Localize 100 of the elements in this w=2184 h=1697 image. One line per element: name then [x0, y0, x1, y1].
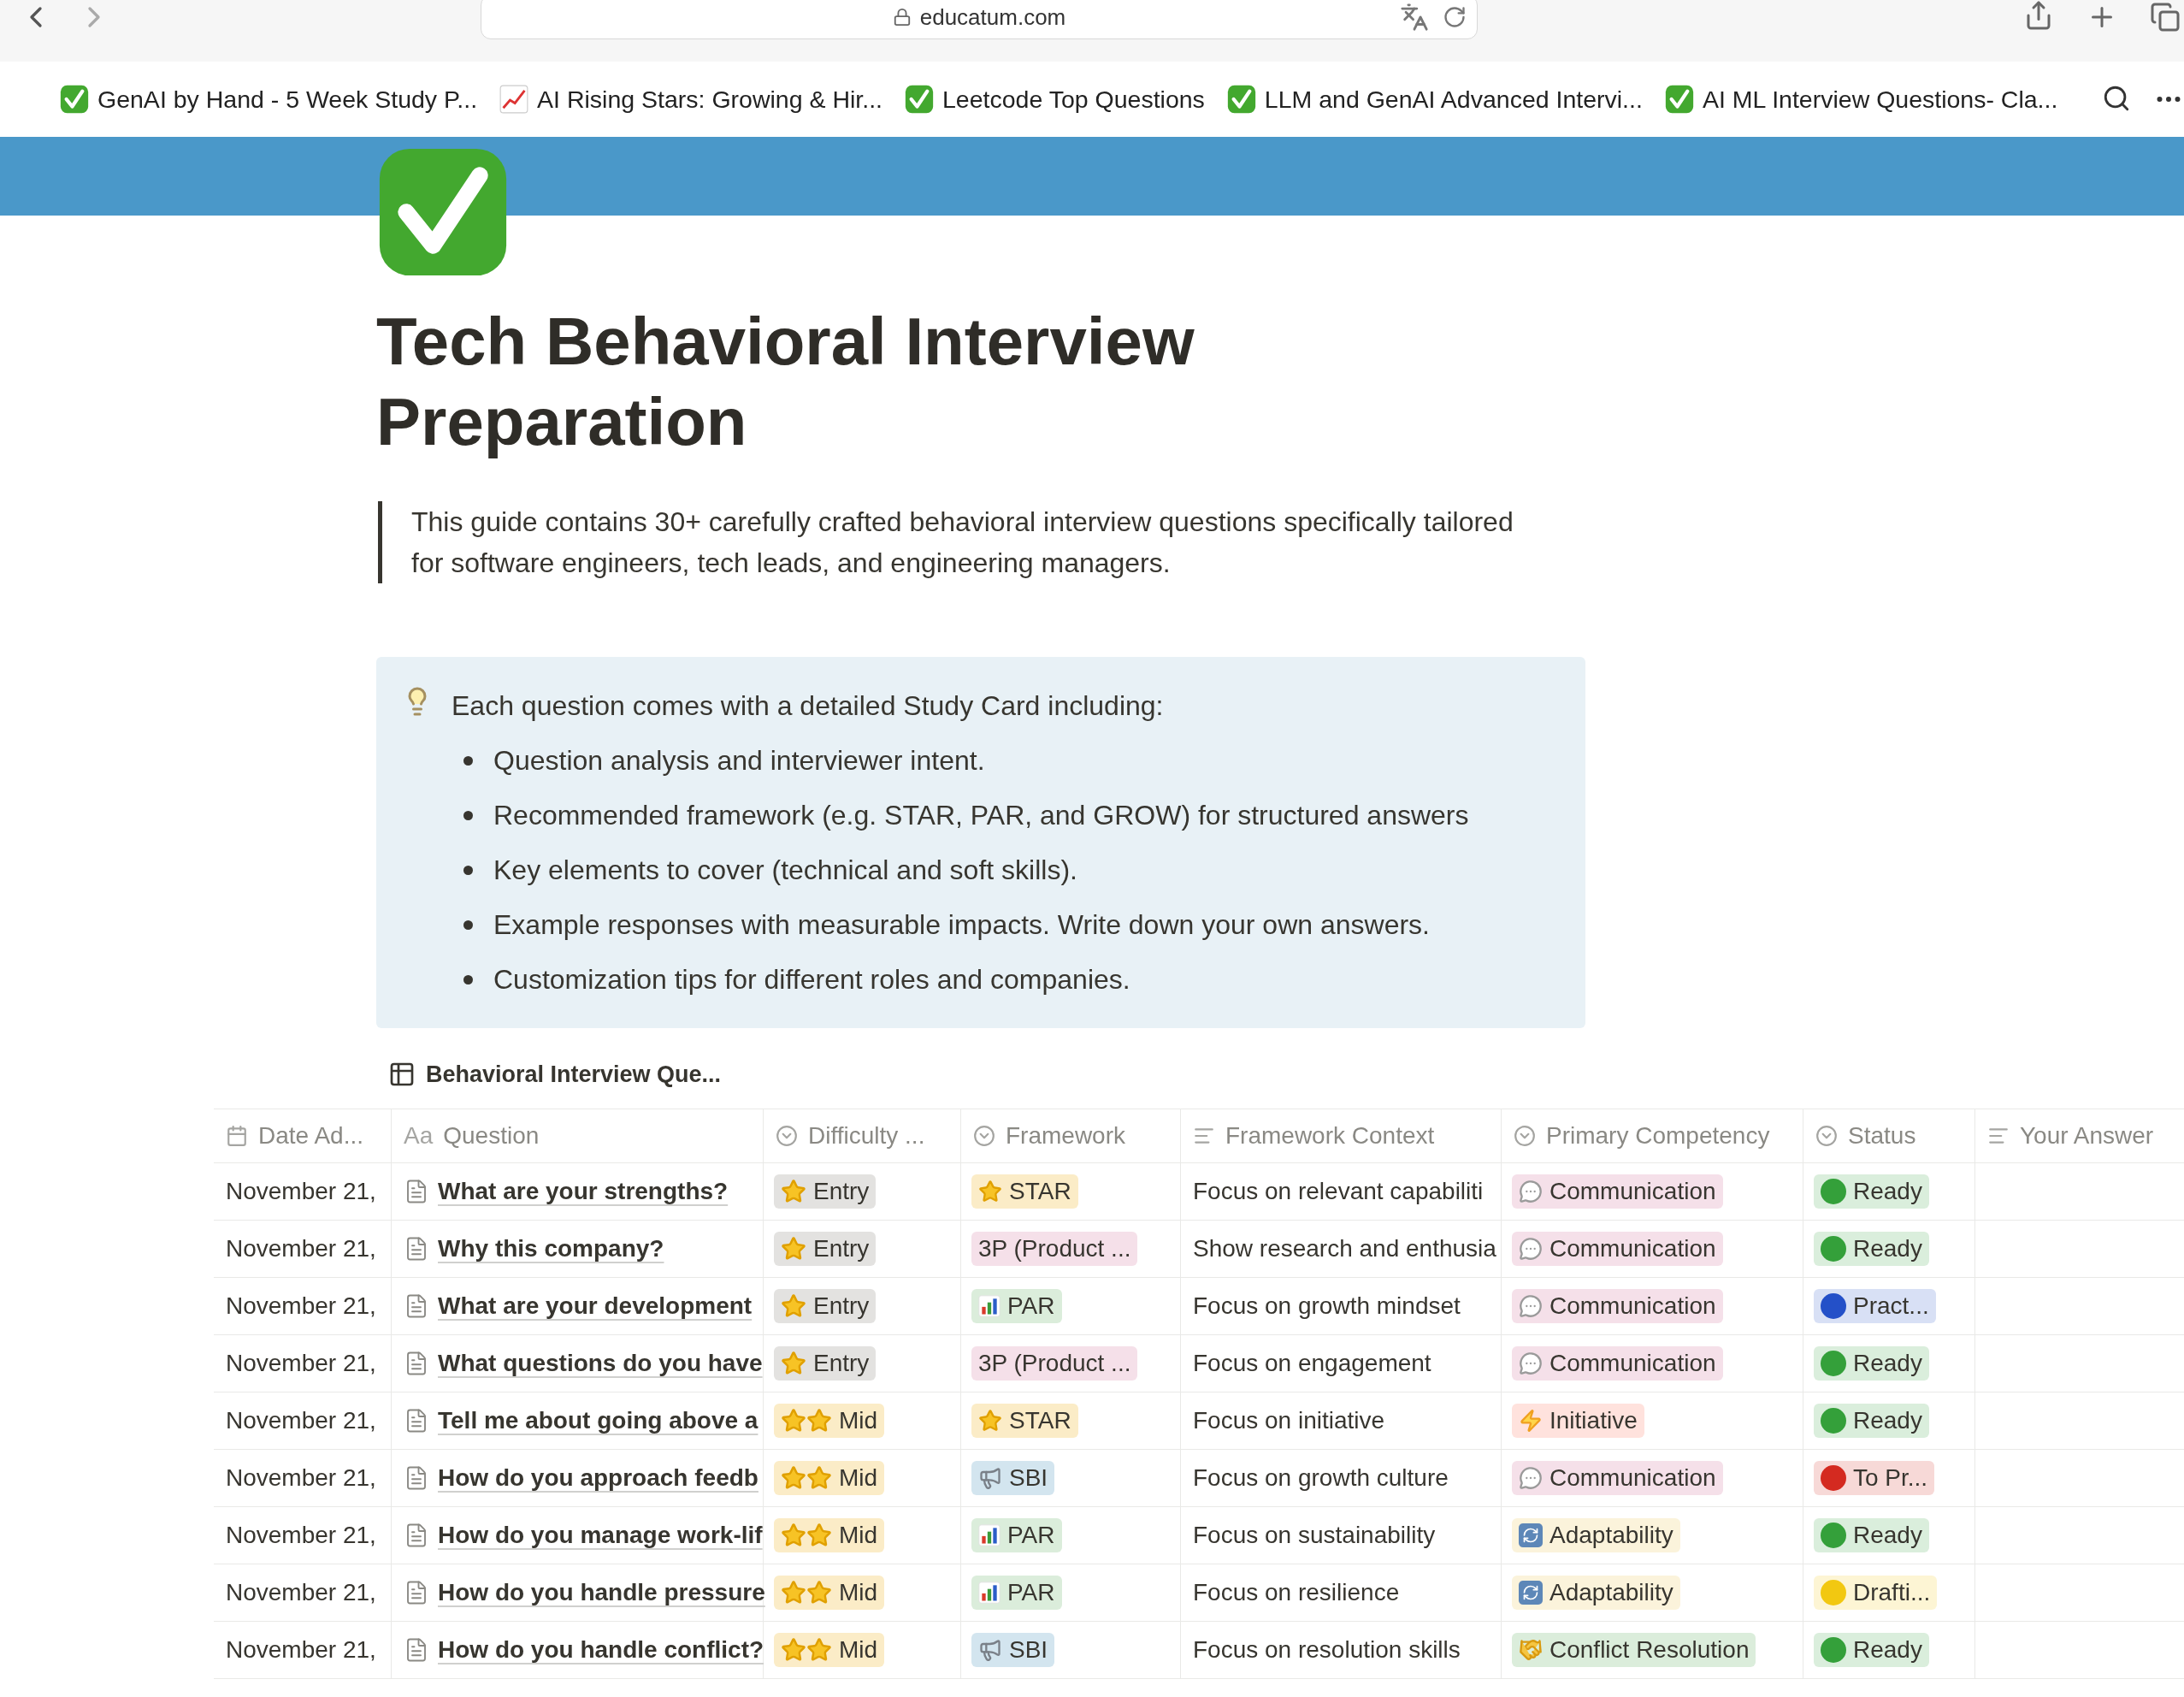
select-icon	[776, 1125, 798, 1147]
question-link[interactable]: Why this company?	[438, 1231, 664, 1267]
column-header[interactable]: Primary Competency	[1502, 1109, 1803, 1162]
difficulty-label: Mid	[839, 1578, 878, 1607]
question-link[interactable]: What questions do you have	[438, 1345, 763, 1381]
megaphone-icon	[978, 1466, 1002, 1490]
speech-bubble-icon	[1519, 1351, 1543, 1375]
bar-chart-icon	[978, 1295, 1001, 1317]
status-label: Drafti...	[1853, 1578, 1931, 1607]
difficulty-label: Entry	[813, 1292, 870, 1321]
table-icon	[388, 1061, 416, 1088]
checkmark-icon	[905, 85, 934, 114]
status-label: Ready	[1853, 1177, 1922, 1206]
address-field[interactable]: educatum.com	[481, 0, 1478, 39]
column-label: Primary Competency	[1546, 1121, 1770, 1150]
select-icon	[1815, 1125, 1838, 1147]
competency-label: Communication	[1549, 1177, 1716, 1206]
megaphone-icon	[978, 1638, 1002, 1662]
date-cell-text: November 21,	[226, 1177, 376, 1206]
question-link[interactable]: Tell me about going above a	[438, 1403, 758, 1439]
refresh-icon	[1519, 1523, 1543, 1547]
lock-icon	[892, 8, 912, 27]
context-cell-text: Focus on growth mindset	[1193, 1292, 1461, 1321]
bullet-text: Key elements to cover (technical and soft skills).	[493, 854, 1077, 887]
star-icon	[978, 1180, 1002, 1203]
date-cell-text: November 21,	[226, 1292, 376, 1321]
column-label: Date Ad...	[258, 1121, 363, 1150]
speech-bubble-icon	[1519, 1466, 1543, 1490]
competency-label: Communication	[1549, 1292, 1716, 1321]
star-icon	[781, 1236, 806, 1262]
framework-label: PAR	[1007, 1521, 1055, 1550]
database-title[interactable]: Behavioral Interview Que...	[426, 1056, 722, 1092]
question-link[interactable]: How do you approach feedb	[438, 1460, 758, 1496]
star-icon	[978, 1409, 1002, 1433]
difficulty-label: Mid	[839, 1463, 878, 1493]
bullet-text: Question analysis and interviewer intent.	[493, 744, 985, 778]
difficulty-label: Entry	[813, 1177, 870, 1206]
status-label: Ready	[1853, 1234, 1922, 1263]
bookmark[interactable]: LLM and GenAI Advanced Intervi...	[1226, 80, 1643, 118]
column-label: Framework	[1006, 1121, 1125, 1150]
question-link[interactable]: How do you handle pressure	[438, 1575, 765, 1611]
column-header[interactable]: Difficulty ...	[764, 1109, 961, 1162]
competency-label: Initiative	[1549, 1406, 1638, 1435]
bar-chart-icon	[978, 1524, 1001, 1546]
two-stars-icon	[781, 1637, 832, 1663]
bullet-text: Customization tips for different roles and companies.	[493, 963, 1130, 996]
speech-bubble-icon	[1519, 1294, 1543, 1318]
callout-text: Each question comes with a detailed Study Card including:	[452, 689, 1165, 723]
bullet-icon	[463, 755, 473, 766]
context-cell-text: Focus on sustainability	[1193, 1521, 1436, 1550]
column-label: Status	[1848, 1121, 1916, 1150]
refresh-icon	[1519, 1581, 1543, 1605]
tabs-overview-icon[interactable]	[2150, 2, 2181, 33]
question-link[interactable]: What are your development	[438, 1288, 753, 1324]
column-header[interactable]: Framework Context	[1181, 1109, 1502, 1162]
status-label: Ready	[1853, 1349, 1922, 1378]
question-link[interactable]: How do you handle conflict?	[438, 1632, 764, 1668]
question-link[interactable]: What are your strengths?	[438, 1174, 729, 1209]
column-header[interactable]: Framework	[961, 1109, 1181, 1162]
date-cell-text: November 21,	[226, 1521, 376, 1550]
bookmark[interactable]: Leetcode Top Questions	[905, 80, 1205, 118]
bullet-text: Example responses with measurable impacts. Write down your own answers.	[493, 908, 1430, 942]
competency-label: Communication	[1549, 1349, 1716, 1378]
url-text: educatum.com	[919, 3, 1066, 32]
column-header[interactable]: Aa Question	[392, 1109, 764, 1162]
competency-label: Communication	[1549, 1463, 1716, 1493]
difficulty-label: Mid	[839, 1406, 878, 1435]
search-icon[interactable]	[2102, 84, 2131, 113]
competency-label: Conflict Resolution	[1549, 1635, 1750, 1664]
framework-label: SBI	[1009, 1463, 1048, 1493]
question-link[interactable]: How do you manage work-lif	[438, 1517, 763, 1553]
framework-label: 3P (Product ...	[978, 1349, 1131, 1378]
column-header[interactable]: Status	[1803, 1109, 1975, 1162]
translate-icon[interactable]	[1400, 3, 1429, 32]
column-header[interactable]: Your Answer	[1975, 1109, 2184, 1162]
calendar-icon	[226, 1125, 248, 1147]
star-icon	[781, 1351, 806, 1376]
reload-icon[interactable]	[1443, 5, 1467, 29]
bookmark[interactable]: AI Rising Stars: Growing & Hir...	[499, 80, 882, 118]
framework-label: STAR	[1009, 1406, 1071, 1435]
date-cell-text: November 21,	[226, 1578, 376, 1607]
two-stars-icon	[781, 1580, 832, 1605]
star-icon	[781, 1293, 806, 1319]
date-cell-text: November 21,	[226, 1635, 376, 1664]
two-stars-icon	[781, 1465, 832, 1491]
bookmark[interactable]: GenAI by Hand - 5 Week Study P...	[60, 80, 478, 118]
bookmark[interactable]: AI ML Interview Questions- Cla...	[1664, 80, 2058, 118]
column-label: Difficulty ...	[808, 1121, 925, 1150]
context-cell-text: Show research and enthusia	[1193, 1234, 1496, 1263]
column-header[interactable]: Date Ad...	[214, 1109, 392, 1162]
title-type-label: Aa	[404, 1121, 434, 1150]
framework-label: STAR	[1009, 1177, 1071, 1206]
star-icon	[781, 1179, 806, 1204]
status-label: Ready	[1853, 1406, 1922, 1435]
bullet-text: Recommended framework (e.g. STAR, PAR, and GROW) for structured answers	[493, 799, 1469, 832]
status-label: Pract...	[1853, 1292, 1929, 1321]
handshake-icon	[1519, 1638, 1543, 1662]
context-cell-text: Focus on initiative	[1193, 1406, 1385, 1435]
competency-label: Adaptability	[1549, 1578, 1673, 1607]
context-cell-text: Focus on resolution skills	[1193, 1635, 1461, 1664]
